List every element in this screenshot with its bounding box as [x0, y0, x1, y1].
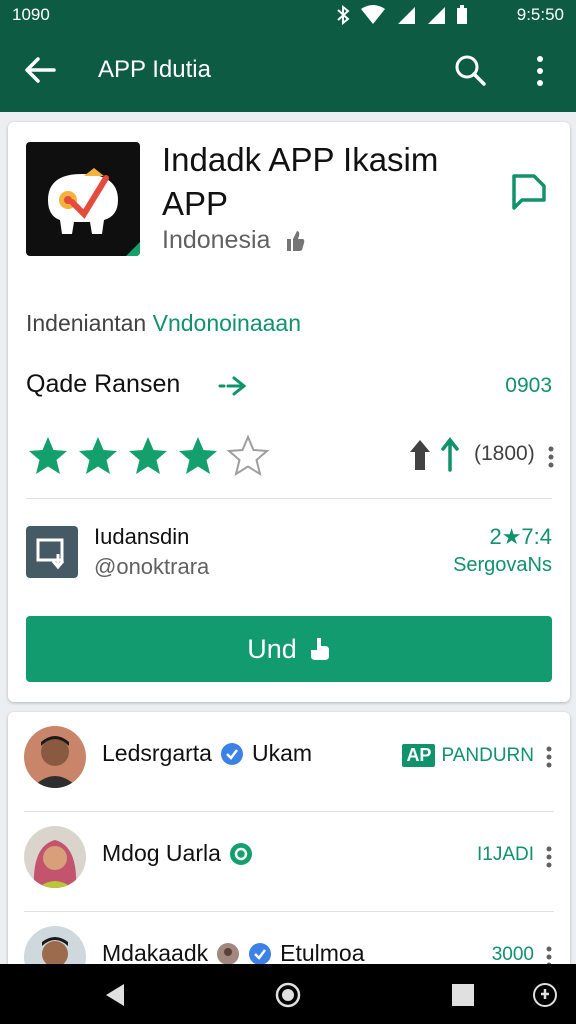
- install-button-label: Und: [247, 633, 297, 664]
- list-item[interactable]: Ledsrgarta Ukam AP PANDURN: [8, 712, 570, 812]
- person-name: Mdog Uarla: [102, 840, 221, 866]
- more-options-icon[interactable]: [546, 846, 552, 868]
- avatar-small-icon: [217, 942, 240, 965]
- developer-handle: @onoktrara: [94, 554, 210, 579]
- person-tag: 3000: [492, 944, 534, 966]
- upvote-icon[interactable]: [408, 438, 432, 472]
- signal-icon-2: [428, 7, 445, 24]
- developer-icon: [26, 526, 78, 578]
- more-options-icon[interactable]: [530, 54, 550, 88]
- star-icon: [29, 437, 67, 474]
- download-box-icon: [36, 538, 65, 570]
- app-subtitle-accent: Vndonoinaaan: [152, 310, 301, 336]
- status-time-left: 1090: [12, 5, 50, 24]
- search-icon[interactable]: [452, 52, 488, 88]
- nav-home-icon[interactable]: [275, 982, 301, 1008]
- divider: [26, 498, 552, 499]
- system-icons: [336, 5, 468, 25]
- star-rating: [26, 434, 270, 478]
- person-name: Ledsrgarta: [102, 740, 212, 766]
- app-bar: APP Idutia: [0, 32, 576, 112]
- signal-icon: [398, 7, 415, 24]
- person-name-row: Mdog Uarla: [102, 840, 253, 867]
- status-time-right: 9:5:50: [516, 5, 564, 24]
- app-icon: [26, 142, 140, 256]
- developer-stat: 2★7:4: [489, 524, 552, 549]
- app-country-label: Indonesia: [162, 226, 271, 254]
- app-logo-icon: [48, 168, 140, 256]
- person-extra: Etulmoa: [280, 940, 365, 966]
- navigation-bar: [0, 964, 576, 1024]
- section-code: 0903: [505, 374, 552, 397]
- app-bar-title: APP Idutia: [98, 56, 211, 83]
- person-tag-label: 3000: [491, 944, 534, 965]
- bookmark-icon[interactable]: [508, 170, 550, 212]
- app-details-card: Indadk APP Ikasim APP Indonesia Indenian…: [8, 122, 570, 702]
- list-item[interactable]: Mdog Uarla I1JADI: [8, 812, 570, 912]
- back-arrow-icon[interactable]: [22, 50, 58, 90]
- rating-count: (1800): [474, 442, 535, 465]
- install-button[interactable]: Und: [26, 616, 552, 682]
- person-tag: I1JADI: [477, 844, 534, 866]
- person-name: Mdakaadk: [102, 940, 209, 966]
- more-options-icon[interactable]: [548, 446, 554, 468]
- app-subtitle-plain: Indeniantan: [26, 310, 153, 336]
- rating-row: (1800): [26, 434, 556, 478]
- nav-accessibility-icon[interactable]: [532, 982, 558, 1008]
- person-tag: AP PANDURN: [402, 744, 534, 767]
- avatar: [24, 726, 86, 788]
- developer-row[interactable]: Iudansdin @onoktrara 2★7:4 SergovaNs: [26, 524, 552, 584]
- developer-name: Iudansdin: [94, 524, 190, 549]
- thumbs-up-icon: [287, 230, 305, 251]
- battery-icon: [457, 5, 467, 24]
- verified-icon: [229, 842, 252, 865]
- person-tag-label: PANDURN: [441, 744, 534, 766]
- nav-back-icon[interactable]: [102, 982, 128, 1008]
- bluetooth-icon: [337, 5, 350, 25]
- verified-icon: [249, 942, 272, 965]
- star-outline-icon: [226, 434, 270, 477]
- arrow-up-icon: [441, 437, 459, 472]
- section-row[interactable]: Qade Ransen 0903: [26, 370, 552, 404]
- arrow-right-icon: [218, 376, 247, 396]
- avatar: [24, 826, 86, 888]
- status-bar: 1090 9:5:50: [0, 0, 576, 32]
- person-tag-box: AP: [402, 744, 436, 767]
- nav-recents-icon[interactable]: [450, 982, 476, 1008]
- person-tag-label: I1JADI: [476, 844, 534, 865]
- more-options-icon[interactable]: [546, 746, 552, 768]
- app-name: Indadk APP Ikasim APP: [162, 141, 439, 222]
- app-subtitle: Indeniantan Vndonoinaaan: [26, 310, 301, 337]
- person-name-row: Ledsrgarta Ukam: [102, 740, 312, 767]
- hand-pointer-icon: [310, 638, 329, 660]
- developer-stat-sub: SergovaNs: [453, 554, 552, 576]
- person-name-row: Mdakaadk Etulmoa: [102, 940, 365, 967]
- verified-icon: [220, 742, 243, 765]
- star-icon: [129, 437, 167, 474]
- star-icon: [79, 437, 117, 474]
- person-extra: Ukam: [251, 740, 313, 766]
- section-label: Qade Ransen: [26, 370, 181, 398]
- wifi-icon: [361, 5, 385, 24]
- star-icon: [179, 437, 217, 474]
- app-country: Indonesia: [162, 226, 306, 255]
